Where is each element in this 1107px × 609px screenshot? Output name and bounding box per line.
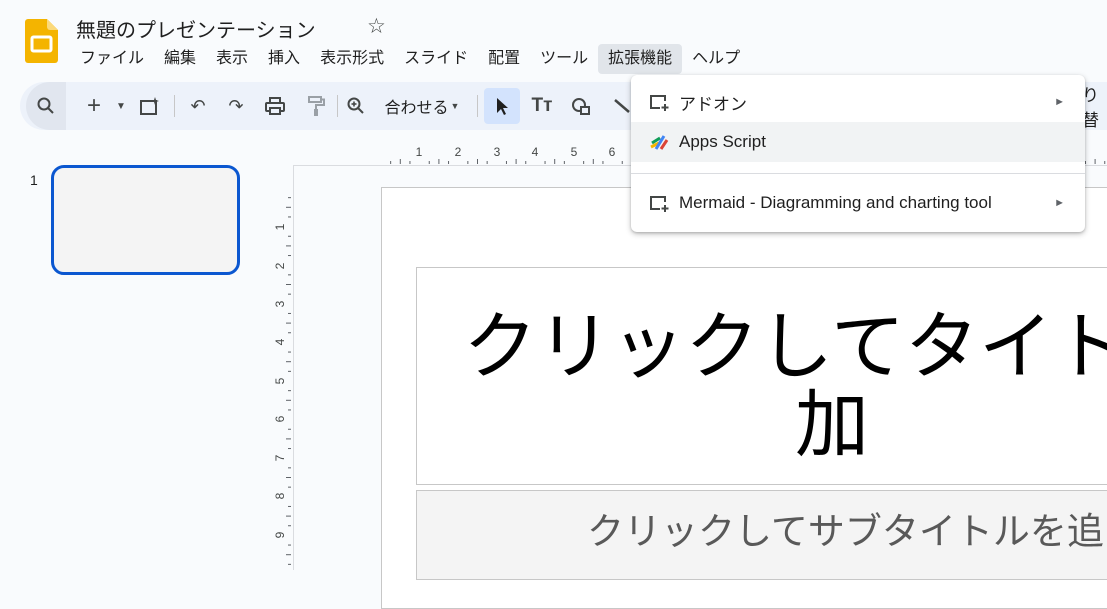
print-icon (265, 97, 285, 115)
undo-button[interactable]: ↶ (184, 82, 212, 130)
ruler-label: 6 (273, 415, 287, 422)
ruler-label: 9 (273, 531, 287, 538)
ruler-label: 2 (455, 145, 462, 159)
zoom-in-icon (347, 97, 364, 114)
redo-icon: ↷ (228, 95, 244, 116)
text-box-icon: Tт (531, 95, 553, 116)
toolbar-divider (337, 95, 338, 117)
redo-button[interactable]: ↷ (222, 82, 250, 130)
ruler-label: 4 (532, 145, 539, 159)
new-slide-with-layout-button[interactable] (136, 82, 164, 130)
vertical-ruler[interactable]: 1 2 3 4 5 6 7 8 9 (270, 187, 292, 570)
title-placeholder[interactable]: クリックしてタイトル 加 (416, 267, 1107, 485)
toolbar-divider (174, 95, 175, 117)
print-button[interactable] (261, 82, 289, 130)
text-box-button[interactable]: Tт (528, 82, 556, 130)
menu-item-apps-script[interactable]: Apps Script (631, 122, 1085, 162)
apps-script-icon (650, 135, 669, 150)
ruler-label: 5 (273, 377, 287, 384)
ruler-label: 8 (273, 492, 287, 499)
menu-divider (631, 173, 1085, 174)
add-on-icon (650, 196, 669, 212)
menu-bar: ファイル 編集 表示 挿入 表示形式 スライド 配置 ツール 拡張機能 ヘルプ (70, 44, 750, 74)
zoom-select[interactable]: 合わせる ▼ (380, 82, 464, 130)
canvas-border (293, 165, 294, 570)
insert-image-button[interactable] (568, 82, 596, 130)
new-slide-button[interactable]: + (82, 82, 106, 130)
caret-down-icon: ▼ (116, 100, 126, 112)
ruler-label: 1 (416, 145, 423, 159)
submenu-arrow-icon: ► (1054, 96, 1065, 108)
ruler-label: 5 (571, 145, 578, 159)
select-tool-button[interactable] (484, 88, 520, 124)
ruler-label: 3 (273, 300, 287, 307)
document-title[interactable]: 無題のプレゼンテーション (76, 14, 316, 43)
star-icon[interactable]: ☆ (367, 14, 386, 39)
menu-format[interactable]: 表示形式 (310, 44, 394, 74)
extensions-menu: アドオン ► Apps Script Mermaid - Diagramming… (631, 75, 1085, 232)
submenu-arrow-icon: ► (1054, 197, 1065, 209)
menu-file[interactable]: ファイル (70, 44, 154, 74)
menu-view[interactable]: 表示 (206, 44, 258, 74)
ruler-label: 2 (273, 262, 287, 269)
slide-add-icon (140, 97, 159, 115)
menu-extensions[interactable]: 拡張機能 (598, 44, 683, 74)
slide-number: 1 (30, 172, 38, 188)
menu-item-label: Apps Script (679, 132, 766, 151)
menu-arrange[interactable]: 配置 (478, 44, 530, 74)
search-menus-button[interactable] (26, 82, 66, 130)
cursor-arrow-icon (497, 98, 508, 115)
menu-help[interactable]: ヘルプ (682, 44, 750, 74)
subtitle-placeholder[interactable]: クリックしてサブタイトルを追 (416, 490, 1107, 580)
ruler-label: 3 (494, 145, 501, 159)
menu-item-add-ons[interactable]: アドオン ► (631, 82, 1085, 122)
menu-tools[interactable]: ツール (530, 44, 598, 74)
plus-icon: + (86, 92, 101, 119)
menu-item-label: Mermaid - Diagramming and charting tool (679, 193, 992, 212)
menu-edit[interactable]: 編集 (154, 44, 206, 74)
toolbar-divider (477, 95, 478, 117)
new-slide-layout-dropdown[interactable]: ▼ (112, 82, 130, 130)
slides-logo-icon[interactable] (25, 19, 58, 63)
ruler-label: 1 (273, 223, 287, 230)
zoom-label: 合わせる (384, 100, 449, 117)
subtitle-placeholder-text: クリックしてサブタイトルを追 (587, 510, 1104, 553)
line-icon (614, 99, 630, 113)
ruler-label: 6 (609, 145, 616, 159)
shape-icon (572, 98, 590, 115)
paint-format-button[interactable] (302, 82, 330, 130)
menu-item-mermaid[interactable]: Mermaid - Diagramming and charting tool … (631, 183, 1085, 223)
menu-insert[interactable]: 挿入 (258, 44, 310, 74)
menu-item-label: アドオン (679, 94, 747, 114)
add-on-icon (650, 95, 669, 111)
undo-icon: ↶ (190, 95, 206, 116)
replace-button[interactable]: り替 (1082, 82, 1107, 130)
zoom-button[interactable] (342, 82, 370, 130)
menu-slide[interactable]: スライド (394, 44, 478, 74)
slide-thumbnail[interactable] (51, 165, 240, 275)
search-icon (37, 97, 54, 114)
ruler-label: 7 (273, 454, 287, 461)
caret-down-icon: ▼ (450, 101, 460, 111)
ruler-label: 4 (273, 338, 287, 345)
title-placeholder-text: クリックしてタイトル 加 (463, 304, 1107, 468)
paint-roller-icon (308, 96, 325, 116)
